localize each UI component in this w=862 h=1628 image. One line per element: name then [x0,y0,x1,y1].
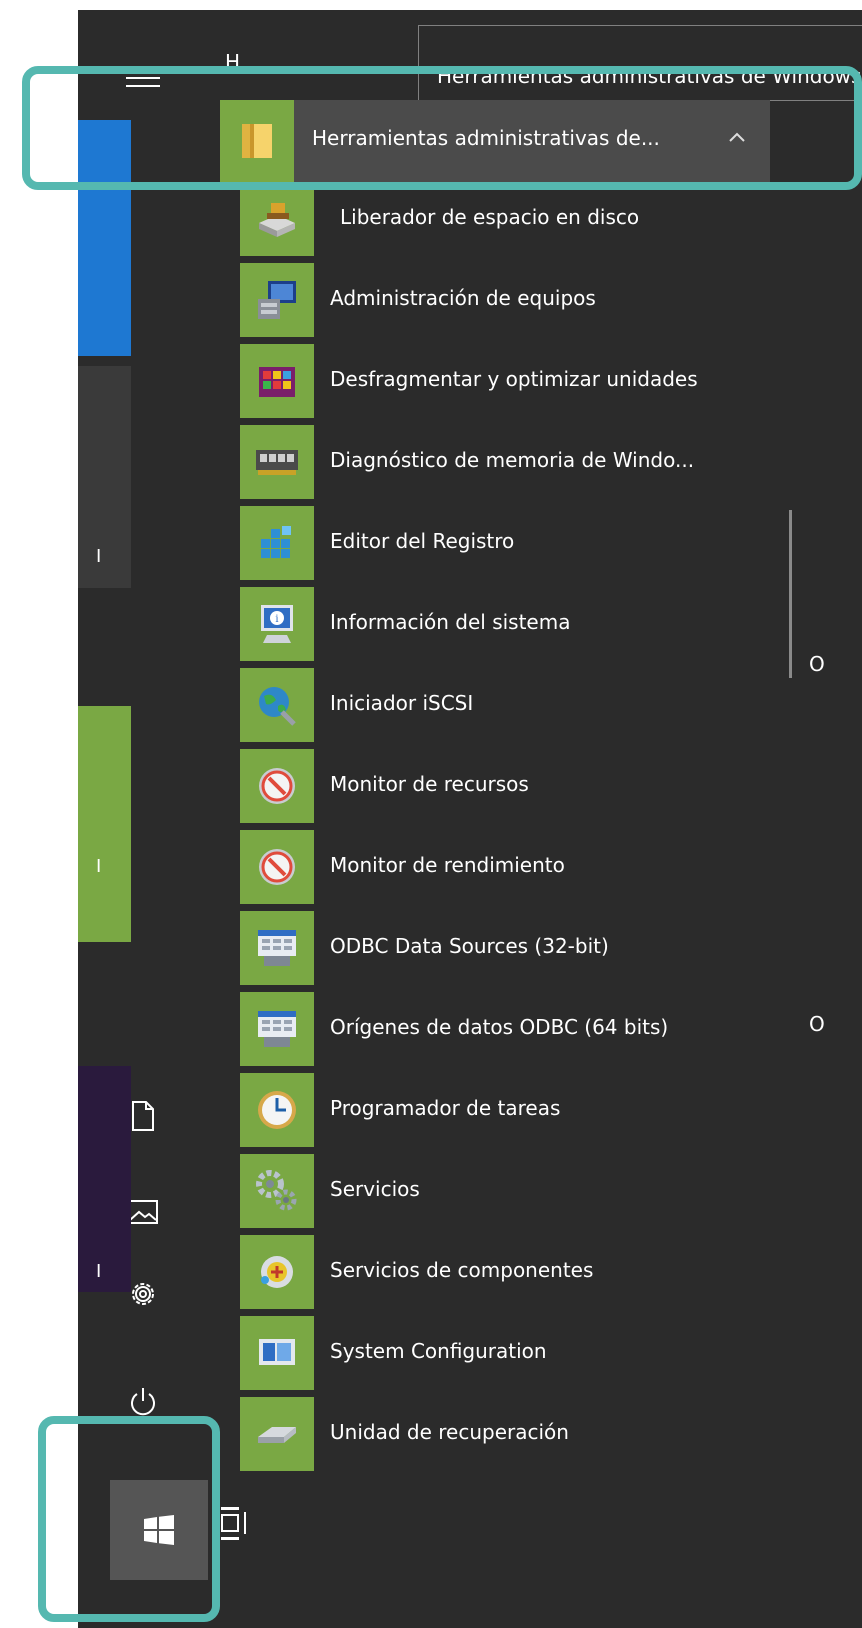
highlight-start-button [38,1416,220,1622]
app-label: Orígenes de datos ODBC (64 bits) [330,1015,669,1039]
recovery-drive-icon [258,1427,296,1443]
pictures-icon [128,1200,158,1224]
app-label: System Configuration [330,1339,547,1363]
disk-cleanup-icon [259,203,295,237]
app-item-registro[interactable]: Editor del Registro [240,506,800,580]
odbc-icon [258,1011,296,1047]
app-label: Información del sistema [330,610,571,634]
app-label: Desfragmentar y optimizar unidades [330,367,698,391]
power-icon [131,1388,155,1416]
app-label: Servicios de componentes [330,1258,594,1282]
scrollbar[interactable] [789,510,792,678]
app-item-odbc-64[interactable]: Orígenes de datos ODBC (64 bits) [240,992,800,1066]
app-label: Diagnóstico de memoria de Windo... [330,448,695,472]
app-label: Administración de equipos [330,286,596,310]
app-item-liberador[interactable]: Liberador de espacio en disco [240,182,800,256]
app-item-monitor-rendimiento[interactable]: Monitor de rendimiento [240,830,800,904]
app-label: ODBC Data Sources (32-bit) [330,934,609,958]
app-item-servicios[interactable]: Servicios [240,1154,800,1228]
performance-monitor-icon [259,849,295,885]
tile-group-letter[interactable]: O [809,652,825,676]
app-item-administracion[interactable]: Administración de equipos [240,263,800,337]
app-label: Programador de tareas [330,1096,561,1120]
app-label: Unidad de recuperación [330,1420,569,1444]
app-item-desfragmentar[interactable]: Desfragmentar y optimizar unidades [240,344,800,418]
task-view-button[interactable] [220,1506,248,1546]
app-label: Editor del Registro [330,529,515,553]
app-label: Iniciador iSCSI [330,691,474,715]
settings-icon [132,1283,154,1305]
tile-dark[interactable]: I [78,366,131,588]
system-config-icon [259,1339,295,1365]
gears-icon [256,1170,297,1211]
computer-management-icon [258,281,296,319]
tile-purple[interactable]: I [78,1066,131,1292]
app-label: Servicios [330,1177,420,1201]
svg-text:i: i [275,614,278,625]
app-item-diagnostico[interactable]: Diagnóstico de memoria de Windo... [240,425,800,499]
iscsi-globe-icon [259,687,296,726]
app-label: Monitor de recursos [330,772,529,796]
app-item-odbc-32[interactable]: ODBC Data Sources (32-bit) [240,911,800,985]
tile-green[interactable]: I [78,706,131,942]
app-label: Liberador de espacio en disco [340,205,640,229]
start-menu: H Herramientas administrativas de Window… [78,10,862,1628]
app-item-monitor-recursos[interactable]: Monitor de recursos [240,749,800,823]
defragment-icon [259,367,295,397]
clock-icon [258,1091,296,1129]
app-item-system-configuration[interactable]: System Configuration [240,1316,800,1390]
app-item-servicios-componentes[interactable]: Servicios de componentes [240,1235,800,1309]
resource-monitor-icon [259,768,295,804]
task-view-icon [221,1507,246,1540]
app-item-informacion[interactable]: i Información del sistema [240,587,800,661]
odbc-icon [258,930,296,966]
system-info-icon: i [261,605,293,643]
tile-group-letter[interactable]: O [809,1012,825,1036]
app-item-programador[interactable]: Programador de tareas [240,1073,800,1147]
memory-chip-icon [256,450,298,475]
app-label: Monitor de rendimiento [330,853,565,877]
document-icon [132,1101,154,1131]
app-item-iscsi[interactable]: Iniciador iSCSI [240,668,800,742]
component-services-icon [261,1256,293,1288]
app-item-recuperacion[interactable]: Unidad de recuperación [240,1397,800,1471]
registry-editor-icon [261,526,291,558]
highlight-folder [22,66,862,190]
